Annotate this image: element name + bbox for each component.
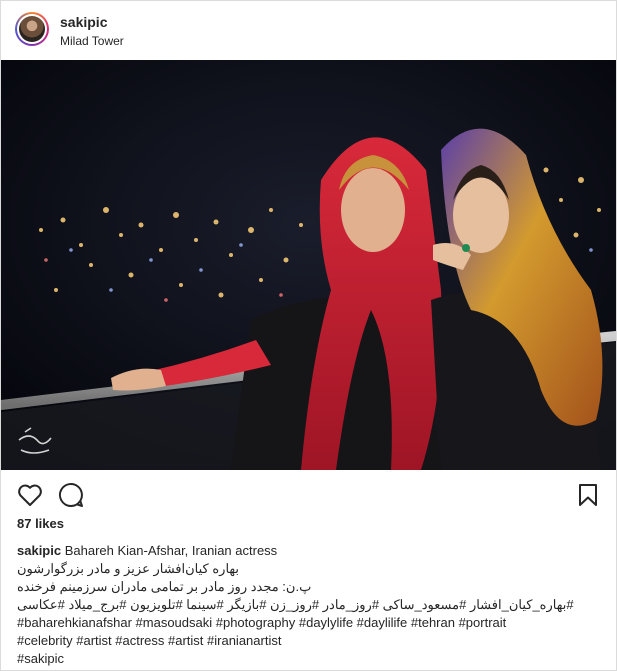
post-photo[interactable] [1, 60, 616, 470]
caption-text: Bahareh Kian-Afshar, Iranian actress [64, 543, 278, 558]
caption-hashtags-2[interactable]: #celebrity #artist #actress #artist #ira… [17, 632, 602, 650]
post-card: sakipic Milad Tower 87 likes sakipic Bah… [0, 0, 617, 671]
caption-line-persian-1: بهاره کیان‌افشار عزیز و مادر بزرگوارشون [17, 561, 240, 576]
caption-first-line: sakipic Bahareh Kian-Afshar, Iranian act… [17, 542, 602, 560]
caption-line-persian-2: پ.ن: مجدد روز مادر بر تمامی مادران سرزمی… [17, 579, 312, 594]
caption: sakipic Bahareh Kian-Afshar, Iranian act… [17, 542, 602, 668]
bookmark-icon[interactable] [578, 483, 598, 507]
caption-hashtags-1[interactable]: #baharehkianafshar #masoudsaki #photogra… [17, 614, 602, 632]
likes-count[interactable]: 87 likes [17, 516, 64, 531]
username-link[interactable]: sakipic [60, 14, 107, 30]
action-bar [1, 477, 616, 513]
location-link[interactable]: Milad Tower [60, 34, 124, 48]
caption-username[interactable]: sakipic [17, 543, 61, 558]
comment-icon[interactable] [58, 482, 84, 508]
avatar[interactable] [15, 12, 49, 46]
caption-hashtags-3[interactable]: #sakipic [17, 650, 602, 668]
post-header: sakipic Milad Tower [1, 1, 616, 59]
caption-hashtags-persian[interactable]: #بهاره_کیان_افشار #مسعود_ساکی #روز_مادر … [17, 596, 602, 614]
heart-icon[interactable] [17, 483, 43, 507]
